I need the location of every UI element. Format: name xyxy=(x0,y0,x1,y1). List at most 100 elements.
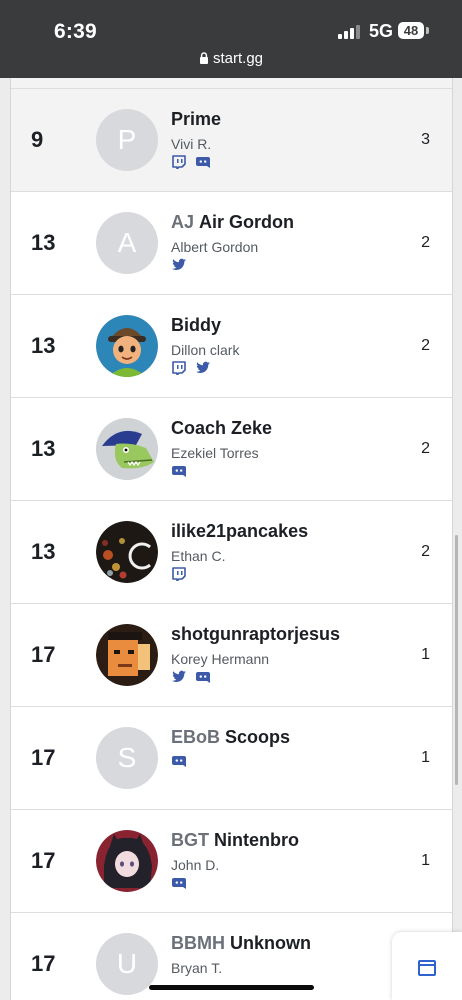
gamer-tag: Coach Zeke xyxy=(171,418,273,438)
player-avatar[interactable] xyxy=(96,418,158,480)
twitter-icon[interactable] xyxy=(171,670,187,684)
discord-icon[interactable] xyxy=(171,876,187,890)
twitch-icon[interactable] xyxy=(171,567,187,581)
floating-action-button[interactable] xyxy=(392,932,462,1000)
gamer-tag: Prime xyxy=(171,109,222,129)
twitter-icon[interactable] xyxy=(195,361,211,375)
discord-icon[interactable] xyxy=(171,754,187,768)
player-name[interactable]: Biddy xyxy=(171,315,221,336)
gamer-tag: Scoops xyxy=(225,727,291,747)
match-score: 2 xyxy=(421,440,430,457)
status-bar: 6:39 5G 48 start.gg xyxy=(0,0,462,78)
battery-tip xyxy=(426,27,429,34)
real-name: Dillon clark xyxy=(171,342,240,358)
twitch-icon[interactable] xyxy=(171,361,187,375)
player-avatar[interactable] xyxy=(96,315,158,377)
social-links xyxy=(171,258,195,274)
player-name[interactable]: BGT Nintenbro xyxy=(171,830,299,851)
real-name: John D. xyxy=(171,857,220,873)
standing-row[interactable]: 13 ilike21pancakes Ethan C. 2 xyxy=(11,501,452,604)
discord-icon[interactable] xyxy=(171,464,187,478)
battery-icon: 48 xyxy=(398,22,424,39)
match-score: 1 xyxy=(421,749,430,766)
player-name[interactable]: shotgunraptorjesus xyxy=(171,624,340,645)
avatar-letter: P xyxy=(117,124,137,155)
standing-row[interactable]: 9 P Prime Vivi R. 3 xyxy=(11,89,452,192)
social-links xyxy=(171,361,219,377)
discord-icon[interactable] xyxy=(195,155,211,169)
gamer-tag: Nintenbro xyxy=(214,830,299,850)
standings-list: 9 P Prime Vivi R. 3 13 A AJ Air Gordon Albert Gor… xyxy=(10,78,453,1000)
discord-icon[interactable] xyxy=(195,670,211,684)
list-top-edge xyxy=(11,78,452,89)
player-name[interactable]: EBoB Scoops xyxy=(171,727,290,748)
placement: 9 xyxy=(31,127,44,152)
lock-icon xyxy=(199,52,208,64)
real-name: Albert Gordon xyxy=(171,239,259,255)
player-avatar[interactable]: P xyxy=(96,109,158,171)
placement: 17 xyxy=(31,642,56,667)
avatar-letter: A xyxy=(117,227,137,258)
player-name[interactable]: ilike21pancakes xyxy=(171,521,308,542)
standing-row[interactable]: 17 S EBoB Scoops 1 xyxy=(11,707,452,810)
player-name[interactable]: Coach Zeke xyxy=(171,418,272,439)
home-indicator[interactable] xyxy=(149,985,314,990)
sponsor-prefix: BBMH xyxy=(171,933,225,953)
standing-row[interactable]: 13 Coach Zeke Ezekiel Torres 2 xyxy=(11,398,452,501)
scrollbar[interactable] xyxy=(455,535,458,785)
player-avatar[interactable] xyxy=(96,624,158,686)
player-avatar[interactable]: A xyxy=(96,212,158,274)
social-links xyxy=(171,754,195,770)
placement: 17 xyxy=(31,745,56,770)
gamer-tag: Unknown xyxy=(230,933,311,953)
standing-row[interactable]: 13 Biddy Dillon clark 2 xyxy=(11,295,452,398)
standing-row[interactable]: 17 shotgunraptorjesus Korey Hermann 1 xyxy=(11,604,452,707)
sponsor-prefix: EBoB xyxy=(171,727,220,747)
match-score: 2 xyxy=(421,234,430,251)
twitter-icon[interactable] xyxy=(171,258,187,272)
social-links xyxy=(171,567,195,583)
avatar-letter: S xyxy=(117,742,137,773)
placement: 17 xyxy=(31,848,56,873)
gamer-tag: Biddy xyxy=(171,315,222,335)
placement: 13 xyxy=(31,436,56,461)
network-type: 5G xyxy=(369,21,394,41)
match-score: 2 xyxy=(421,543,430,560)
real-name: Bryan T. xyxy=(171,960,223,976)
window-icon xyxy=(418,960,436,976)
gamer-tag: shotgunraptorjesus xyxy=(171,624,341,644)
url-bar[interactable]: start.gg xyxy=(0,50,462,67)
player-name[interactable]: AJ Air Gordon xyxy=(171,212,294,233)
real-name: Ethan C. xyxy=(171,548,226,564)
placement: 13 xyxy=(31,230,56,255)
match-score: 1 xyxy=(421,852,430,869)
standing-row[interactable]: 17 BGT Nintenbro John D. 1 xyxy=(11,810,452,913)
gamer-tag: Air Gordon xyxy=(199,212,295,232)
match-score: 1 xyxy=(421,646,430,663)
player-name[interactable]: Prime xyxy=(171,109,221,130)
match-score: 2 xyxy=(421,337,430,354)
real-name: Ezekiel Torres xyxy=(171,445,259,461)
player-avatar[interactable] xyxy=(96,830,158,892)
placement: 17 xyxy=(31,951,56,976)
player-avatar[interactable] xyxy=(96,521,158,583)
social-links xyxy=(171,155,219,171)
match-score: 3 xyxy=(421,131,430,148)
social-links xyxy=(171,670,219,686)
gamer-tag: ilike21pancakes xyxy=(171,521,309,541)
real-name: Korey Hermann xyxy=(171,651,270,667)
cellular-signal-icon xyxy=(338,24,362,39)
twitch-icon[interactable] xyxy=(171,155,187,169)
placement: 13 xyxy=(31,333,56,358)
real-name: Vivi R. xyxy=(171,136,212,152)
placement: 13 xyxy=(31,539,56,564)
sponsor-prefix: BGT xyxy=(171,830,209,850)
standing-row[interactable]: 13 A AJ Air Gordon Albert Gordon 2 xyxy=(11,192,452,295)
player-avatar[interactable]: S xyxy=(96,727,158,789)
player-name[interactable]: BBMH Unknown xyxy=(171,933,311,954)
status-time: 6:39 xyxy=(54,20,97,43)
sponsor-prefix: AJ xyxy=(171,212,195,232)
social-links xyxy=(171,876,195,892)
social-links xyxy=(171,464,195,480)
url-text: start.gg xyxy=(212,50,264,67)
